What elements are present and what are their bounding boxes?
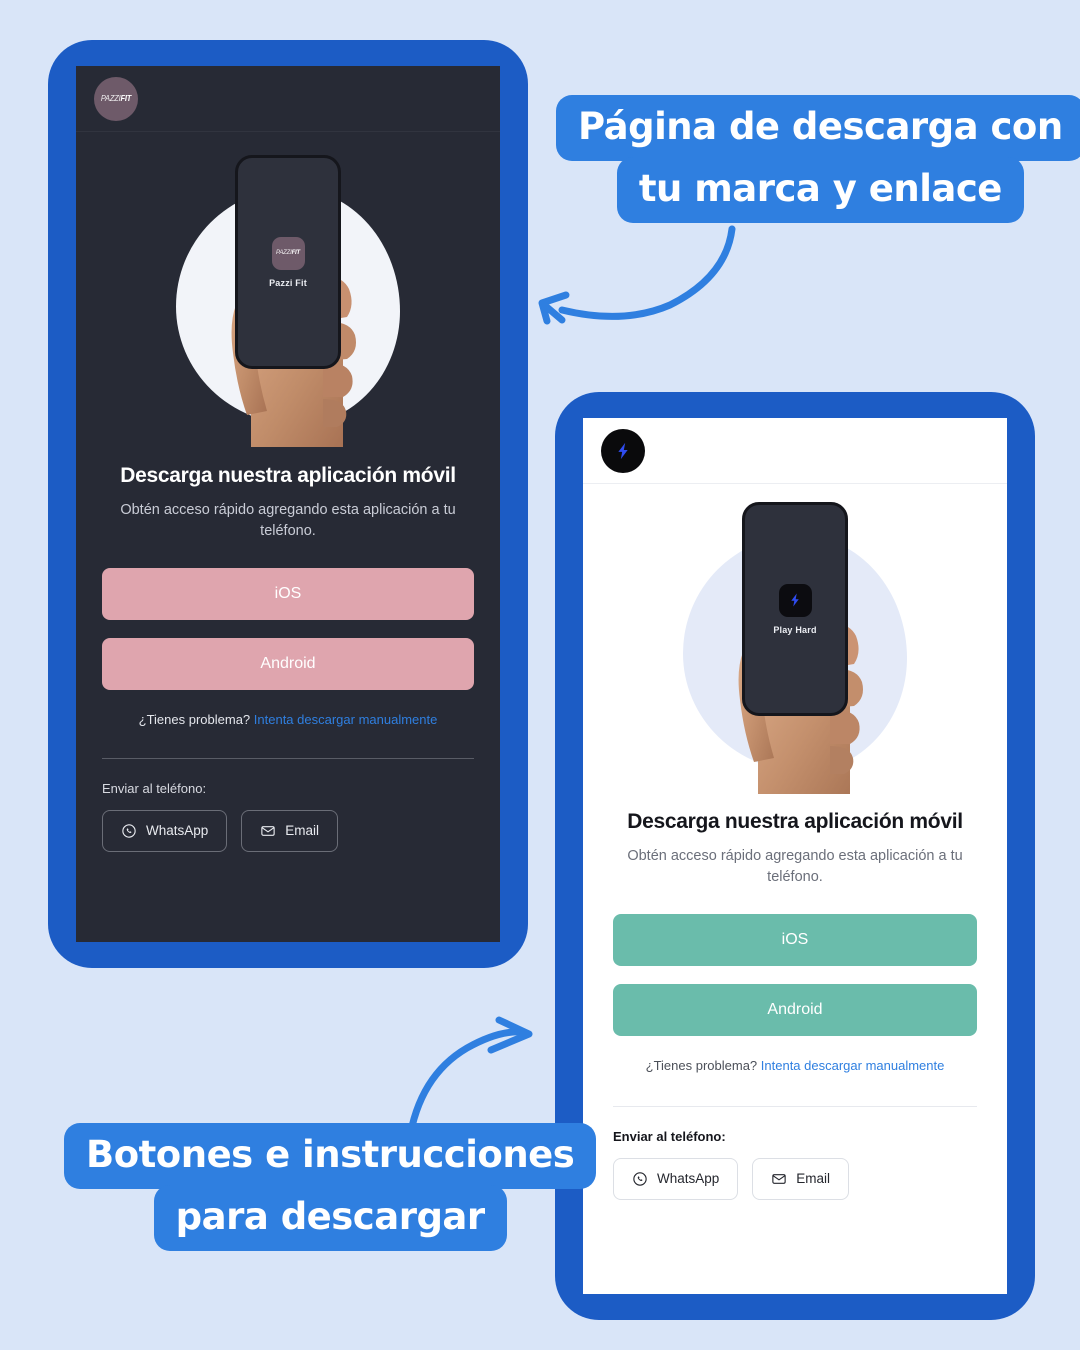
share-chip-row: WhatsApp Email	[613, 1157, 977, 1200]
whatsapp-share-button[interactable]: WhatsApp	[613, 1157, 739, 1200]
app-icon-wordmark: PAZZIFIT	[276, 249, 300, 257]
whatsapp-icon	[122, 823, 136, 838]
manual-download-line: ¿Tienes problema? Intenta descargar manu…	[102, 710, 474, 730]
share-chip-row: WhatsApp Email	[102, 809, 474, 852]
pazzi-fit-wordmark: PAZZIFIT	[100, 93, 132, 104]
download-subtitle: Obtén acceso rápido agregando esta aplic…	[120, 502, 456, 540]
callout-top-bubble: Página de descarga con tu marca y enlace	[556, 95, 1080, 223]
envelope-icon	[772, 1173, 786, 1184]
dark-card-content: Descarga nuestra aplicación móvil Obtén …	[76, 462, 500, 942]
wordmark-bold: FIT	[120, 93, 132, 104]
send-to-phone-section: Enviar al teléfono: WhatsApp Email	[613, 1107, 977, 1200]
callout-bottom-line1: Botones e instrucciones	[64, 1123, 597, 1189]
play-hard-logo	[601, 428, 645, 473]
lightning-bolt-icon	[791, 593, 799, 607]
manual-download-link[interactable]: Intenta descargar manualmente	[761, 1058, 945, 1073]
email-share-button[interactable]: Email	[752, 1157, 850, 1200]
manual-question: ¿Tienes problema?	[645, 1058, 758, 1074]
hand-holding-phone: PAZZIFIT Pazzi Fit	[163, 147, 413, 447]
app-name-label: Pazzi Fit	[269, 277, 307, 288]
callout-top-line1: Página de descarga con	[556, 95, 1080, 161]
android-download-button[interactable]: Android	[102, 638, 474, 691]
envelope-icon	[261, 825, 275, 836]
callout-top-arrow	[538, 225, 736, 325]
send-to-phone-section: Enviar al teléfono: WhatsApp Email	[102, 759, 474, 852]
lightning-bolt-icon	[618, 442, 628, 459]
wordmark-thin: PAZZI	[100, 93, 121, 104]
app-icon-pazzi-fit: PAZZIFIT	[271, 236, 305, 270]
email-share-button[interactable]: Email	[241, 809, 339, 852]
callout-top-line2: tu marca y enlace	[616, 157, 1024, 223]
light-card-content: Descarga nuestra aplicación móvil Obtén …	[583, 804, 1007, 1294]
poster-canvas: PAZZIFIT PAZZIFIT Pazzi Fit Descarga nue…	[0, 0, 1080, 1350]
email-label: Email	[285, 823, 320, 839]
whatsapp-label: WhatsApp	[146, 823, 209, 839]
whatsapp-label: WhatsApp	[657, 1171, 720, 1187]
dark-app-header: PAZZIFIT	[76, 66, 500, 132]
whatsapp-share-button[interactable]: WhatsApp	[102, 809, 228, 852]
manual-download-line: ¿Tienes problema? Intenta descargar manu…	[613, 1056, 977, 1076]
app-icon-play-hard	[778, 583, 812, 617]
phone-mockup-dark: PAZZIFIT Pazzi Fit	[235, 155, 341, 369]
light-device-frame: Play Hard Descarga nuestra aplicación mó…	[555, 392, 1035, 1320]
pazzi-fit-logo: PAZZIFIT	[94, 76, 138, 121]
ios-download-button[interactable]: iOS	[613, 914, 977, 967]
send-to-phone-label: Enviar al teléfono:	[613, 1128, 726, 1144]
light-hero-image: Play Hard	[583, 484, 1007, 804]
manual-question: ¿Tienes problema?	[138, 712, 251, 728]
light-app-header	[583, 418, 1007, 484]
download-subtitle: Obtén acceso rápido agregando esta aplic…	[627, 848, 963, 886]
send-to-phone-label: Enviar al teléfono:	[102, 780, 207, 796]
dark-app-screen: PAZZIFIT PAZZIFIT Pazzi Fit Descarga nue…	[76, 66, 500, 942]
manual-download-link[interactable]: Intenta descargar manualmente	[254, 712, 438, 727]
phone-mockup-light: Play Hard	[742, 502, 848, 716]
dark-device-frame: PAZZIFIT PAZZIFIT Pazzi Fit Descarga nue…	[48, 40, 528, 968]
hand-holding-phone: Play Hard	[670, 494, 920, 794]
app-name-label: Play Hard	[773, 624, 817, 635]
android-download-button[interactable]: Android	[613, 984, 977, 1037]
light-app-screen: Play Hard Descarga nuestra aplicación mó…	[583, 418, 1007, 1294]
dark-hero-image: PAZZIFIT Pazzi Fit	[76, 132, 500, 462]
ios-download-button[interactable]: iOS	[102, 568, 474, 621]
callout-bottom-bubble: Botones e instrucciones para descargar	[64, 1123, 597, 1251]
whatsapp-icon	[633, 1171, 647, 1186]
download-title: Descarga nuestra aplicación móvil	[627, 810, 963, 833]
callout-bottom-line2: para descargar	[153, 1185, 507, 1251]
email-label: Email	[796, 1171, 831, 1187]
download-title: Descarga nuestra aplicación móvil	[120, 464, 456, 487]
